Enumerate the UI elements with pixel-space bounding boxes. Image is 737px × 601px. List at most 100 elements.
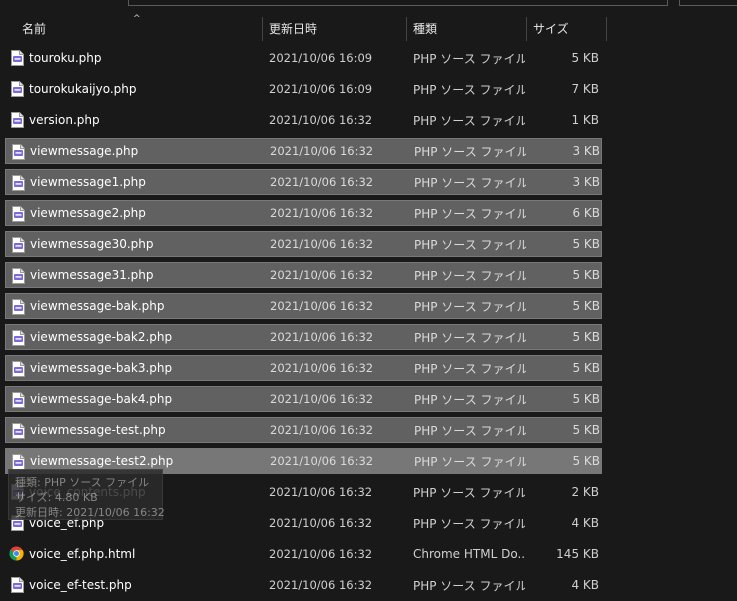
file-type: PHP ソース ファイル [414,454,526,469]
file-row[interactable]: viewmessage-bak2.php 2021/10/06 16:32 PHP … [5,324,602,350]
file-modified-date: 2021/10/06 16:32 [270,206,374,220]
php-file-icon [12,268,25,284]
file-row[interactable]: viewmessage-test.php 2021/10/06 16:32 PHP … [5,417,602,443]
file-modified-date: 2021/10/06 16:32 [269,516,373,530]
file-name: version.php [29,113,100,127]
file-name: viewmessage31.php [30,268,154,282]
file-type: PHP ソース ファイル [413,516,525,531]
file-size: 5 KB [572,423,600,437]
file-type: PHP ソース ファイル [414,144,526,159]
file-modified-date: 2021/10/06 16:32 [269,113,373,127]
file-size: 5 KB [572,361,600,375]
file-modified-date: 2021/10/06 16:32 [269,485,373,499]
file-type: PHP ソース ファイル [414,175,526,190]
php-file-icon [12,330,25,346]
file-type: PHP ソース ファイル [414,268,526,283]
file-row[interactable]: viewmessage-bak4.php 2021/10/06 16:32 PHP … [5,386,602,412]
file-size: 5 KB [572,237,600,251]
file-modified-date: 2021/10/06 16:09 [269,82,373,96]
tooltip-size: サイズ: 4.80 KB [15,491,98,504]
chrome-icon [9,546,24,561]
tooltip-type: 種類: PHP ソース ファイル [15,476,150,489]
file-row[interactable]: viewmessage31.php 2021/10/06 16:32 PHP ソース… [5,262,602,288]
file-row[interactable]: viewmessage30.php 2021/10/06 16:32 PHP ソース… [5,231,602,257]
php-file-icon [12,175,25,191]
file-size: 6 KB [572,206,600,220]
file-size: 4 KB [571,516,599,530]
php-file-icon [12,206,25,222]
file-name: tourokukaijyo.php [29,82,137,96]
file-name: viewmessage1.php [30,175,146,189]
file-modified-date: 2021/10/06 16:32 [270,423,374,437]
file-type: PHP ソース ファイル [413,82,525,97]
file-size: 2 KB [571,485,599,499]
file-row[interactable]: tourokukaijyo.php 2021/10/06 16:09 PHP ソース… [5,76,602,102]
file-name: viewmessage.php [30,144,139,158]
file-name: touroku.php [29,51,102,65]
php-file-icon [12,454,25,470]
column-header-name[interactable]: 名前 [16,14,261,44]
file-row[interactable]: viewmessage-bak.php 2021/10/06 16:32 PHP ソ… [5,293,602,319]
file-type: PHP ソース ファイル [413,485,525,500]
file-row[interactable]: viewmessage.php 2021/10/06 16:32 PHP ソース フ… [5,138,602,164]
file-size: 5 KB [572,330,600,344]
file-name: viewmessage2.php [30,206,146,220]
column-header-type[interactable]: 種類 [407,14,526,44]
php-file-icon [12,423,25,439]
file-row[interactable]: voice_ef.php.html 2021/10/06 16:32 Chrome … [5,541,602,567]
file-size: 1 KB [571,113,599,127]
file-size: 5 KB [572,268,600,282]
file-type: Chrome HTML Do... [413,547,525,561]
address-bar-edge [128,0,668,6]
file-type: PHP ソース ファイル [413,51,525,66]
file-row[interactable]: viewmessage-bak3.php 2021/10/06 16:32 PHP … [5,355,602,381]
file-modified-date: 2021/10/06 16:32 [270,237,374,251]
file-modified-date: 2021/10/06 16:32 [270,144,374,158]
column-header-date[interactable]: 更新日時 [263,14,406,44]
file-name: viewmessage30.php [30,237,154,251]
file-type: PHP ソース ファイル [414,423,526,438]
file-size: 3 KB [572,144,600,158]
column-divider[interactable] [606,17,607,41]
file-row[interactable]: touroku.php 2021/10/06 16:09 PHP ソース ファイル 5… [5,45,602,71]
php-file-icon [11,112,24,128]
file-size: 4 KB [571,578,599,592]
file-size: 5 KB [571,51,599,65]
file-type: PHP ソース ファイル [414,330,526,345]
file-name: voice_ef.php.html [29,547,136,561]
file-size: 5 KB [572,454,600,468]
column-header-size[interactable]: サイズ [527,14,606,44]
file-row[interactable]: viewmessage1.php 2021/10/06 16:32 PHP ソース … [5,169,602,195]
php-file-icon [11,50,24,66]
search-box-edge [679,0,737,6]
file-type: PHP ソース ファイル [414,299,526,314]
file-row[interactable]: version.php 2021/10/06 16:32 PHP ソース ファイル 1… [5,107,602,133]
file-row[interactable]: viewmessage2.php 2021/10/06 16:32 PHP ソース … [5,200,602,226]
file-name: viewmessage-test.php [30,423,166,437]
file-type: PHP ソース ファイル [413,113,525,128]
file-name: viewmessage-bak.php [30,299,165,313]
php-file-icon [12,361,25,377]
file-size: 3 KB [572,175,600,189]
file-modified-date: 2021/10/06 16:32 [270,330,374,344]
php-file-icon [11,81,24,97]
file-modified-date: 2021/10/06 16:32 [269,578,373,592]
php-file-icon [12,144,25,160]
file-type: PHP ソース ファイル [414,361,526,376]
php-file-icon [12,392,25,408]
file-row[interactable]: voice_ef-test.php 2021/10/06 16:32 PHP ソース… [5,572,602,598]
file-type: PHP ソース ファイル [413,578,525,593]
file-name: viewmessage-bak2.php [30,330,173,344]
file-info-tooltip: 種類: PHP ソース ファイル サイズ: 4.80 KB 更新日時: 2021… [8,469,165,520]
column-header-row: ^ 名前 更新日時 種類 サイズ [0,14,737,44]
php-file-icon [12,299,25,315]
file-size: 5 KB [572,392,600,406]
php-file-icon [12,237,25,253]
file-type: PHP ソース ファイル [414,206,526,221]
tooltip-modified: 更新日時: 2021/10/06 16:32 [15,506,165,519]
file-name: viewmessage-bak3.php [30,361,173,375]
php-file-icon [11,577,24,593]
file-size: 145 KB [556,547,599,561]
file-name: viewmessage-bak4.php [30,392,173,406]
file-name: voice_ef-test.php [29,578,132,592]
